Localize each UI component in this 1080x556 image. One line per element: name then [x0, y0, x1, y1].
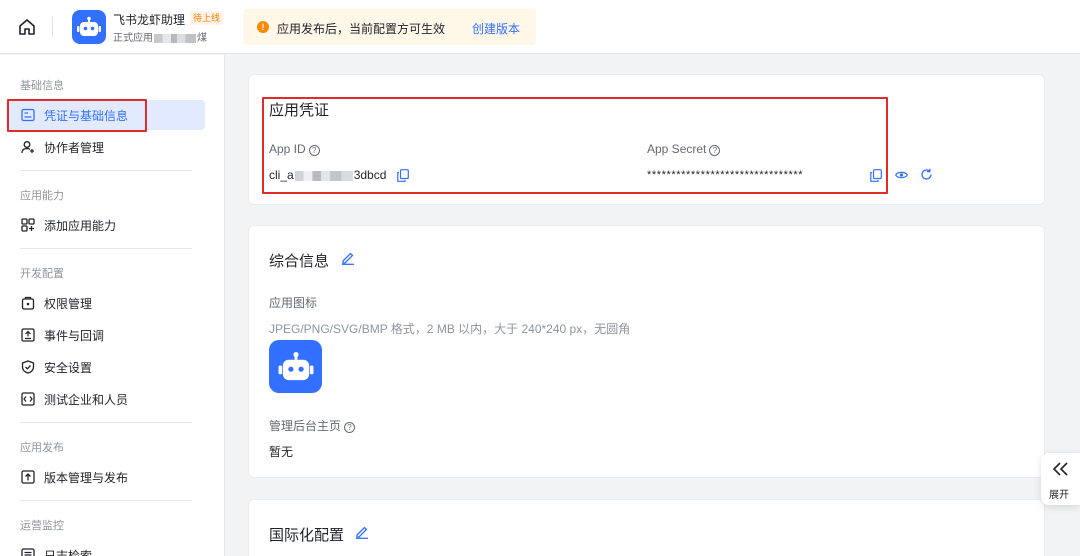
notice-text: 应用发布后，当前配置方可生效 [277, 22, 446, 36]
shield-icon [21, 360, 35, 374]
sidebar-item-label: 安全设置 [44, 360, 93, 375]
app-sub-suffix: 煤 [197, 33, 207, 44]
general-info-card: 综合信息 应用图标 JPEG/PNG/SVG/BMP 格式，2 MB 以内，大于… [248, 225, 1045, 478]
eye-icon[interactable] [894, 168, 908, 182]
sidebar-item-versions[interactable]: 版本管理与发布 [6, 462, 205, 492]
event-icon [21, 328, 35, 342]
sidebar-section-basic: 基础信息 [20, 80, 64, 92]
upload-icon [21, 470, 35, 484]
i18n-card: 国际化配置 [248, 499, 1045, 556]
app-icon-hint: JPEG/PNG/SVG/BMP 格式，2 MB 以内，大于 240*240 p… [269, 322, 631, 336]
i18n-title: 国际化配置 [269, 527, 345, 544]
app-icon-preview[interactable] [269, 340, 322, 393]
sidebar-item-label: 添加应用能力 [44, 218, 117, 233]
refresh-icon[interactable] [919, 167, 933, 181]
sidebar-item-label: 事件与回调 [44, 328, 105, 343]
expand-label: 展开 [1049, 490, 1069, 501]
highlight-box-credentials [262, 97, 888, 194]
divider [20, 170, 192, 171]
admin-home-value: 暂无 [269, 445, 294, 459]
app-icon-label: 应用图标 [269, 296, 318, 310]
edit-icon[interactable] [341, 251, 355, 265]
sidebar-item-events[interactable]: 事件与回调 [6, 320, 205, 350]
sidebar-item-label: 日志检索 [44, 548, 93, 556]
create-version-link[interactable]: 创建版本 [472, 20, 520, 37]
sidebar-section-ops: 运营监控 [20, 520, 64, 532]
status-badge: 待上线 [190, 11, 224, 25]
warning-icon: ! [257, 21, 269, 33]
sidebar-item-label: 测试企业和人员 [44, 392, 129, 407]
masked-text [154, 33, 196, 43]
sidebar-item-label: 版本管理与发布 [44, 470, 129, 485]
divider [20, 248, 192, 249]
app-name: 飞书龙虾助理 [113, 13, 186, 27]
sidebar-section-dev: 开发配置 [20, 268, 64, 280]
app-subtitle: 正式应用 煤 [113, 29, 207, 44]
log-icon [21, 548, 35, 556]
divider [20, 422, 192, 423]
sidebar-item-security[interactable]: 安全设置 [6, 352, 205, 382]
sidebar-item-test-users[interactable]: 测试企业和人员 [6, 384, 205, 414]
divider [52, 17, 53, 37]
general-info-title: 综合信息 [269, 253, 330, 270]
code-icon [21, 392, 35, 406]
sidebar-item-add-capability[interactable]: 添加应用能力 [6, 210, 205, 240]
admin-home-label-text: 管理后台主页 [269, 419, 342, 433]
edit-icon[interactable] [355, 525, 369, 539]
home-icon[interactable] [18, 18, 36, 36]
highlight-box-sidebar [7, 99, 147, 132]
double-chevron-left-icon [1051, 461, 1071, 477]
sidebar-item-label: 协作者管理 [44, 140, 105, 155]
sidebar-item-label: 权限管理 [44, 296, 93, 311]
help-icon[interactable]: ? [344, 422, 356, 433]
sidebar-section-capability: 应用能力 [20, 190, 64, 202]
divider [20, 500, 192, 501]
apps-add-icon [21, 218, 35, 232]
user-add-icon [21, 140, 35, 154]
sidebar-item-collaborators[interactable]: 协作者管理 [6, 132, 205, 162]
publish-notice: ! 应用发布后，当前配置方可生效 创建版本 [243, 9, 536, 45]
sidebar-item-permissions[interactable]: 权限管理 [6, 288, 205, 318]
expand-button[interactable]: 展开 [1041, 453, 1080, 505]
permission-icon [21, 296, 35, 310]
top-bar: 飞书龙虾助理 待上线 正式应用 煤 ! 应用发布后，当前配置方可生效 创建版本 [0, 0, 1080, 54]
sidebar-item-logs[interactable]: 日志检索 [6, 540, 205, 556]
admin-home-label: 管理后台主页? [269, 417, 356, 434]
app-bot-icon [72, 10, 106, 44]
sidebar-section-release: 应用发布 [20, 442, 64, 454]
app-sub-prefix: 正式应用 [113, 33, 153, 44]
